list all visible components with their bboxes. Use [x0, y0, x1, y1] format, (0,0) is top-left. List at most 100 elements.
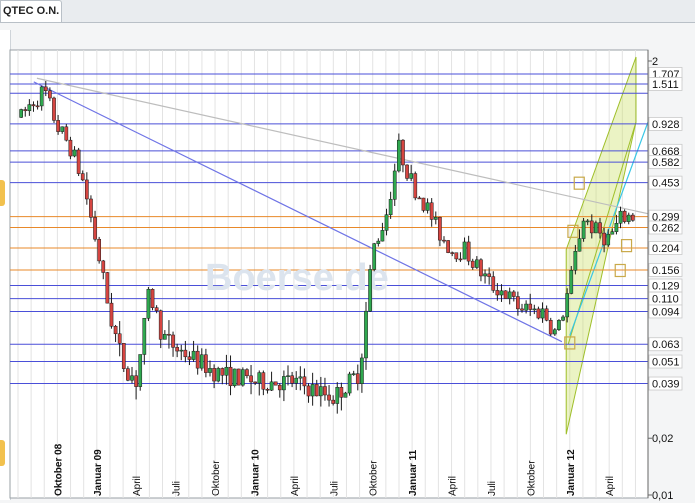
candle-down	[511, 291, 516, 297]
candle-up	[146, 289, 151, 319]
candle-up	[191, 350, 196, 360]
candle-down	[417, 197, 422, 200]
candle-down	[183, 349, 188, 358]
candle-down	[548, 320, 553, 335]
candle-down	[171, 334, 175, 348]
candle-up	[594, 222, 598, 234]
x-tick-label: Juli	[487, 481, 498, 496]
candle-down	[187, 356, 192, 360]
candle-down	[101, 260, 106, 273]
x-tick-label: Juli	[329, 481, 340, 496]
candle-down	[113, 325, 118, 335]
x-tick-label: April	[605, 476, 616, 496]
candle-up	[409, 173, 414, 179]
candle-down	[401, 139, 405, 166]
watermark-text: Boerse.de	[205, 257, 389, 299]
candle-down	[126, 368, 130, 381]
candle-down	[429, 202, 434, 220]
candle-up	[142, 317, 147, 355]
candle-down	[466, 241, 471, 262]
candle-down	[446, 240, 450, 253]
y-tick-label: 0,02	[652, 433, 673, 445]
candle-up	[557, 320, 561, 330]
candle-up	[232, 368, 237, 387]
candle-up	[606, 233, 611, 246]
y-tick-label: 2	[652, 56, 658, 68]
candle-down	[48, 90, 52, 99]
candle-down	[167, 333, 171, 336]
candle-up	[364, 310, 368, 359]
candle-down	[503, 290, 508, 299]
candle-up	[60, 126, 65, 132]
candle-down	[598, 222, 602, 234]
candle-down	[261, 372, 266, 390]
candle-up	[224, 366, 229, 376]
candle-down	[516, 296, 520, 310]
candle-down	[236, 368, 241, 386]
candle-down	[630, 214, 635, 221]
y-tick-label: 0.453	[652, 178, 680, 190]
candle-up	[462, 241, 467, 260]
y-tick-label: 0.204	[652, 243, 680, 255]
candle-up	[282, 376, 286, 391]
candle-up	[577, 238, 582, 252]
candle-up	[179, 349, 184, 352]
candle-down	[35, 105, 40, 108]
candle-up	[240, 369, 245, 386]
candle-up	[199, 354, 204, 369]
candle-down	[442, 239, 446, 242]
candle-down	[331, 399, 336, 404]
x-tick-label: Juli	[172, 481, 183, 496]
candle-down	[204, 354, 208, 373]
candle-up	[343, 392, 348, 398]
x-tick-label: April	[290, 476, 301, 496]
candle-up	[392, 170, 397, 200]
candle-up	[138, 354, 143, 387]
candle-down	[454, 252, 459, 260]
candle-up	[310, 384, 315, 397]
candle-up	[565, 293, 570, 318]
candle-down	[253, 381, 258, 384]
candle-up	[286, 375, 290, 377]
candle-down	[220, 368, 225, 376]
candle-up	[360, 357, 364, 384]
candle-down	[117, 333, 122, 344]
candle-up	[581, 220, 586, 239]
candle-down	[64, 126, 69, 141]
x-tick-label: April	[132, 476, 143, 496]
candle-down	[277, 384, 282, 391]
candle-down	[622, 210, 627, 222]
candle-down	[589, 220, 594, 234]
candle-down	[76, 149, 81, 174]
candle-up	[569, 270, 574, 294]
candle-down	[495, 290, 500, 296]
y-tick-label: 0.582	[652, 157, 680, 169]
candle-up	[561, 316, 565, 321]
x-tick-label: Januar 09	[93, 449, 104, 496]
x-tick-label: Januar 10	[250, 449, 261, 496]
candle-down	[43, 86, 48, 92]
candle-up	[27, 104, 32, 112]
x-tick-label: Oktober	[211, 460, 222, 496]
candle-down	[302, 376, 307, 387]
candle-down	[109, 302, 114, 327]
candle-up	[380, 230, 385, 242]
candle-down	[273, 381, 278, 386]
candle-down	[158, 310, 163, 340]
candle-up	[532, 308, 537, 311]
candle-up	[294, 377, 299, 384]
candle-down	[249, 375, 253, 383]
candle-up	[257, 372, 262, 384]
candle-down	[97, 238, 102, 262]
candle-up	[372, 243, 377, 270]
candle-up	[483, 273, 487, 277]
candle-down	[228, 366, 233, 387]
candle-down	[154, 307, 159, 311]
candle-up	[335, 387, 340, 404]
candle-down	[121, 343, 126, 369]
y-tick-label: 1.511	[652, 79, 679, 91]
candle-up	[540, 308, 545, 319]
candle-down	[327, 394, 331, 401]
candle-up	[626, 214, 631, 222]
candle-down	[339, 387, 344, 398]
